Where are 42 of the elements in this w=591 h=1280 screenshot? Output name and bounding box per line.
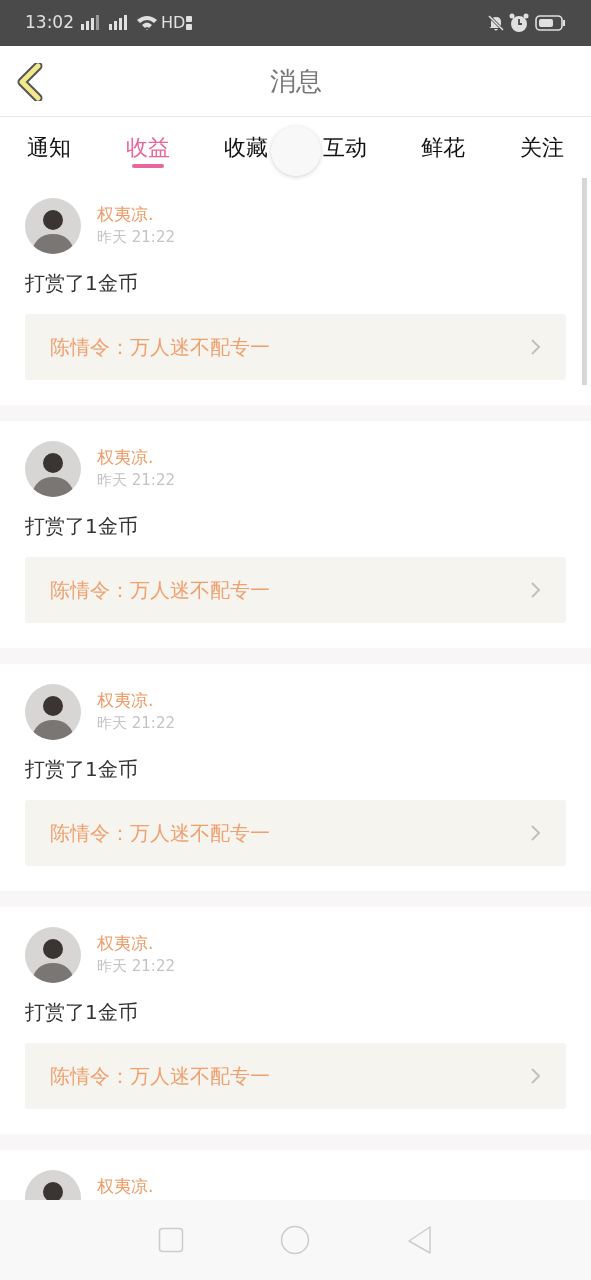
chevron-right-icon: [530, 581, 542, 599]
signal-icon: [80, 15, 102, 31]
bell-muted-icon: [487, 14, 505, 32]
message-time: 昨天 21:22: [97, 956, 175, 977]
message-time: 昨天 21:22: [97, 227, 175, 248]
message-text: 打赏了1金币: [25, 756, 139, 783]
alarm-icon: [509, 13, 529, 33]
avatar[interactable]: [25, 441, 81, 497]
chevron-right-icon: [530, 338, 542, 356]
tab[interactable]: 收藏: [224, 117, 269, 178]
book-link[interactable]: 陈情令：万人迷不配专一: [25, 557, 566, 623]
avatar[interactable]: [25, 684, 81, 740]
touch-indicator: [271, 126, 321, 176]
tab[interactable]: 关注: [519, 117, 564, 178]
book-link[interactable]: 陈情令：万人迷不配专一: [25, 314, 566, 380]
user-name[interactable]: 权夷凉.: [97, 445, 175, 469]
chevron-right-icon: [530, 824, 542, 842]
tab[interactable]: 互动: [322, 117, 367, 178]
sim-icon: [186, 15, 193, 31]
user-name[interactable]: 权夷凉.: [97, 688, 175, 712]
user-name[interactable]: 权夷凉.: [97, 202, 175, 226]
user-name[interactable]: 权夷凉.: [97, 1174, 154, 1198]
signal-icon: [108, 15, 130, 31]
page-title: 消息: [269, 64, 322, 98]
network-label: HD: [161, 12, 186, 34]
book-link[interactable]: 陈情令：万人迷不配专一: [25, 1043, 566, 1109]
message-text: 打赏了1金币: [25, 999, 139, 1026]
tab[interactable]: 鲜花: [421, 117, 466, 178]
tab[interactable]: 通知: [27, 117, 72, 178]
chevron-right-icon: [530, 1067, 542, 1085]
message-text: 打赏了1金币: [25, 513, 139, 540]
avatar[interactable]: [25, 927, 81, 983]
wifi-icon: [136, 15, 158, 31]
book-link[interactable]: 陈情令：万人迷不配专一: [25, 800, 566, 866]
message-text: 打赏了1金币: [25, 270, 139, 297]
avatar[interactable]: [25, 198, 81, 254]
tab[interactable]: 收益: [125, 117, 170, 178]
status-time: 13:02: [25, 11, 74, 35]
user-name[interactable]: 权夷凉.: [97, 931, 175, 955]
battery-icon: [535, 15, 566, 31]
message-time: 昨天 21:22: [97, 470, 175, 491]
message-time: 昨天 21:22: [97, 713, 175, 734]
